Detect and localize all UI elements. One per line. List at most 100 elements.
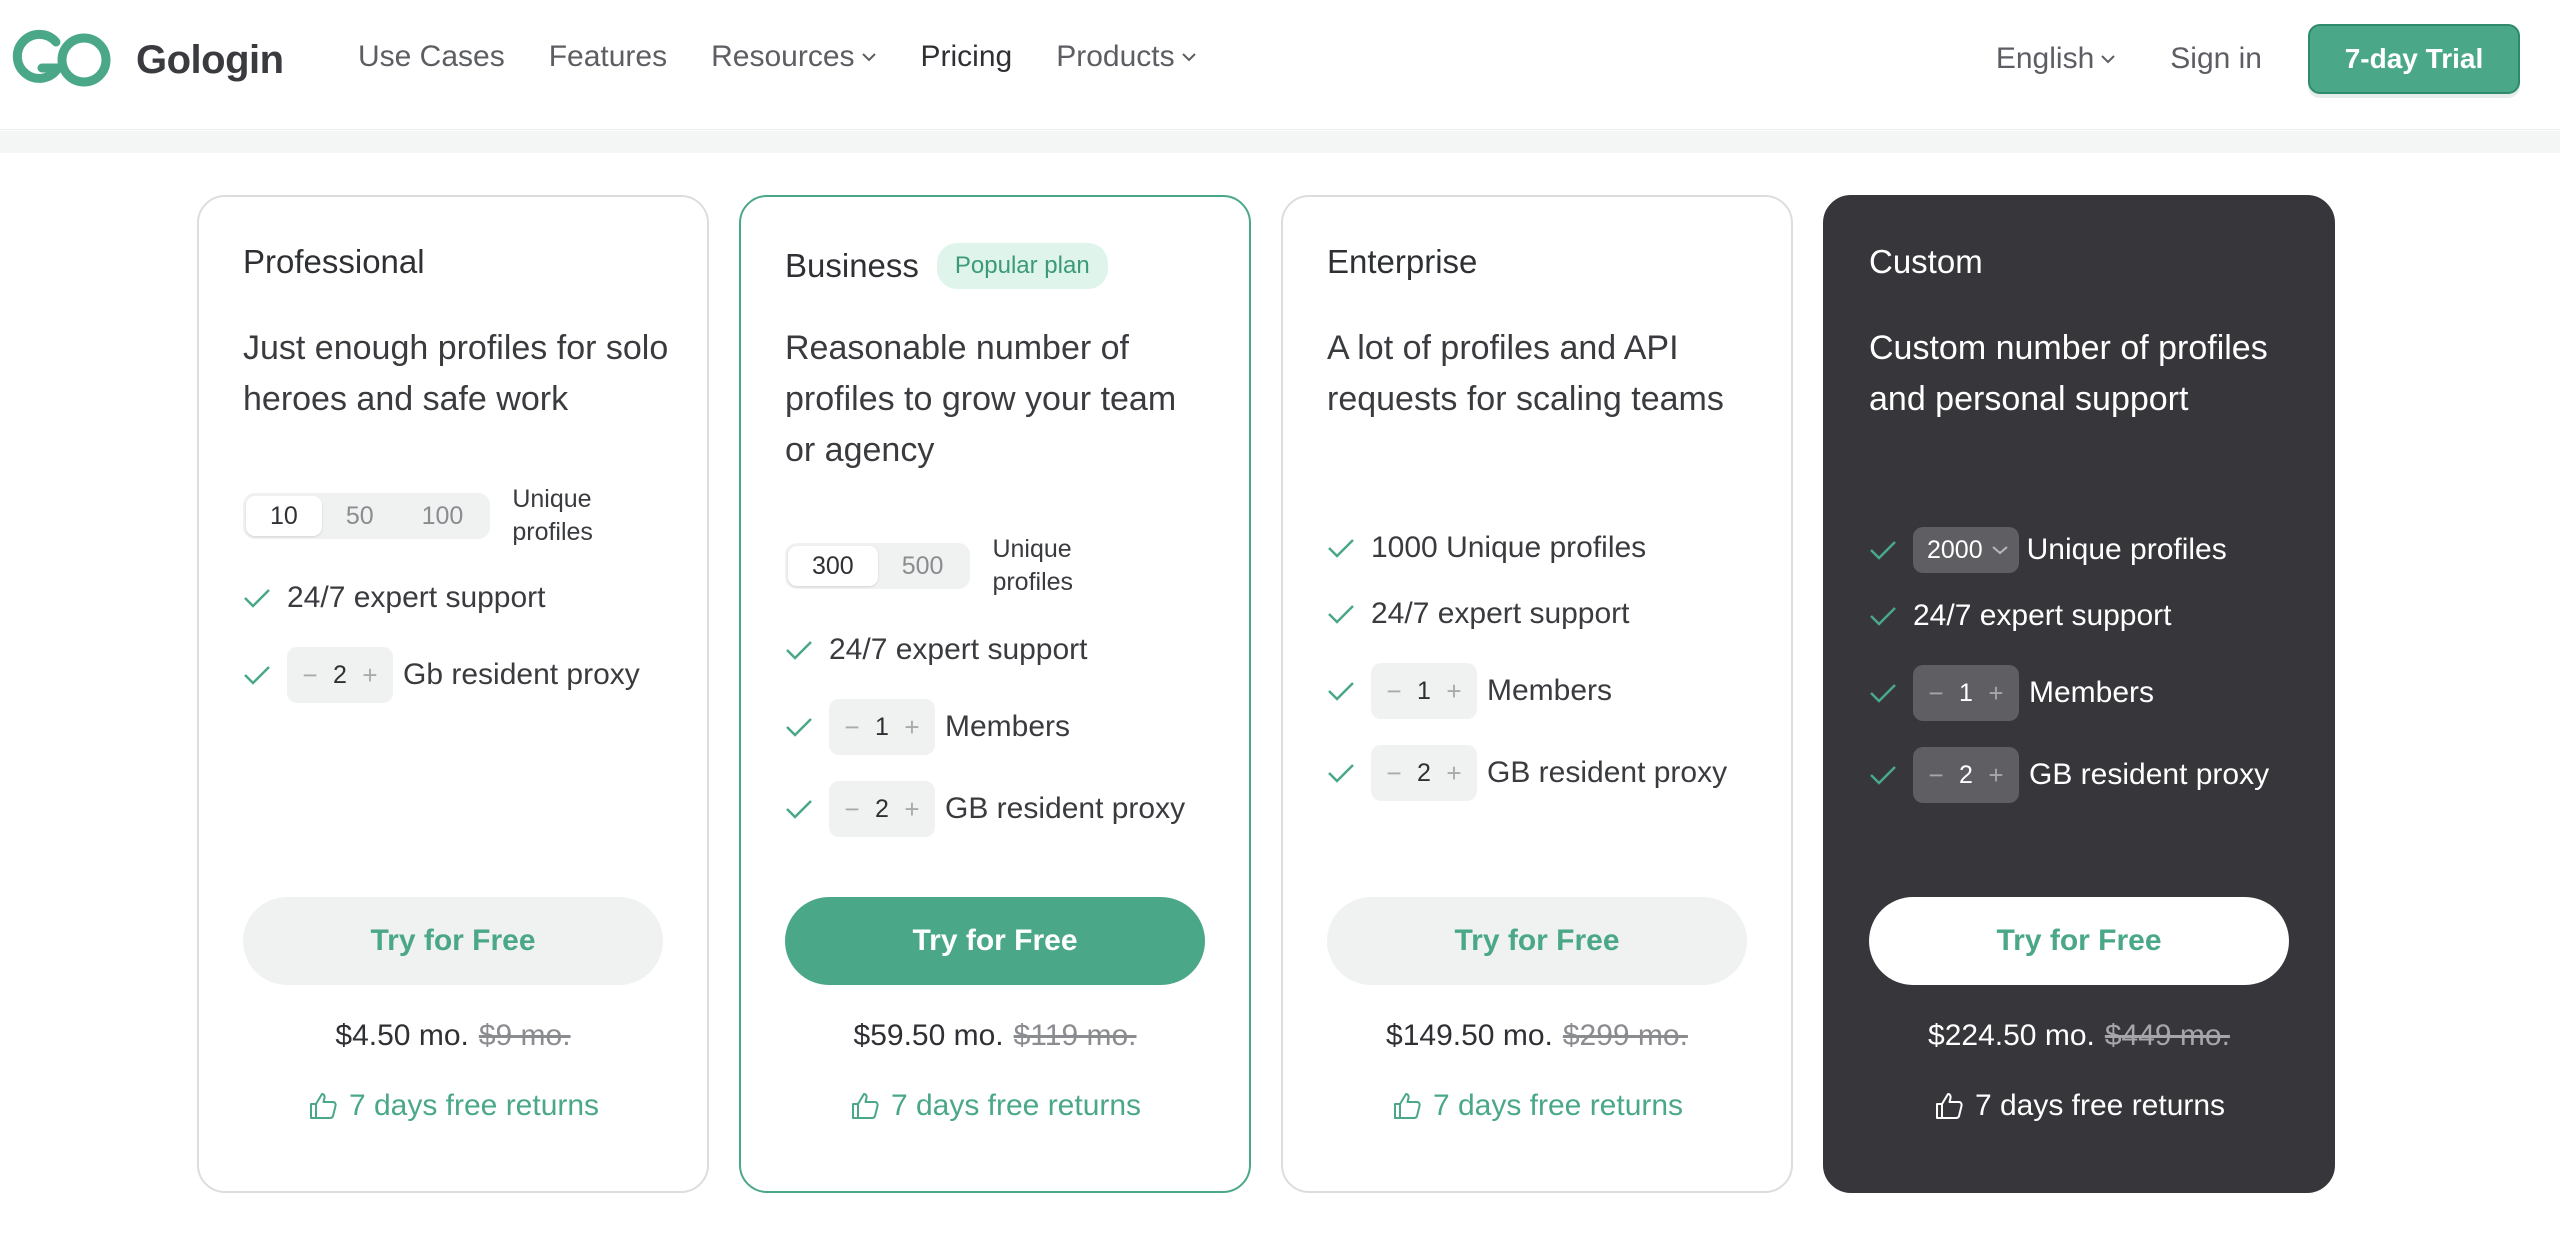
plus-icon[interactable]: +	[897, 794, 927, 825]
nav-features[interactable]: Features	[549, 40, 667, 74]
header-actions: English Sign in 7-day Trial	[1996, 24, 2520, 94]
proxy-value[interactable]: 2	[1951, 761, 1981, 790]
nav-pricing-label: Pricing	[920, 40, 1013, 73]
try-for-free-button[interactable]: Try for Free	[1327, 897, 1747, 985]
plan-tagline: A lot of profiles and API requests for s…	[1327, 329, 1724, 418]
profiles-label: Unique profiles	[992, 535, 1074, 596]
proxy-stepper: − 2 +	[287, 647, 393, 703]
profiles-dropdown[interactable]: 2000	[1913, 527, 2019, 573]
brand-name: Gologin	[136, 37, 284, 82]
proxy-stepper: − 2 +	[829, 781, 935, 837]
price-current: $224.50 mo.	[1928, 1019, 2095, 1052]
plan-card-professional: Professional Just enough profiles for so…	[197, 195, 709, 1193]
nav-pricing[interactable]: Pricing	[921, 40, 1013, 74]
members-stepper: − 1 +	[829, 699, 935, 755]
plan-name-text: Professional	[243, 243, 425, 280]
plus-icon[interactable]: +	[897, 712, 927, 743]
members-label: Members	[2029, 676, 2155, 709]
language-label: English	[1995, 42, 2095, 75]
chevron-down-icon	[861, 53, 876, 62]
proxy-label: GB resident proxy	[1487, 756, 1728, 789]
thumbs-up-icon	[1935, 1093, 1963, 1119]
try-for-free-button[interactable]: Try for Free	[1869, 897, 2289, 985]
feature-profiles: 2000 Unique profiles	[1869, 527, 2227, 573]
check-icon	[786, 641, 812, 660]
chevron-down-icon	[1991, 546, 2008, 555]
profiles-segmented-control: 10 50 100	[243, 493, 491, 539]
plan-tagline: Reasonable number of profiles to grow yo…	[785, 329, 1177, 469]
language-selector[interactable]: English	[1996, 42, 2116, 76]
proxy-stepper: − 2 +	[1913, 747, 2019, 803]
proxy-value[interactable]: 2	[1409, 759, 1439, 788]
plan-price: $224.50 mo. $449 mo.	[1825, 1019, 2333, 1053]
members-label: Members	[945, 710, 1071, 743]
nav-resources[interactable]: Resources	[711, 40, 876, 74]
feature-support-text: 24/7 expert support	[1371, 597, 1630, 630]
nav-use-cases[interactable]: Use Cases	[358, 40, 505, 74]
feature-proxy: − 2 + GB resident proxy	[785, 781, 1185, 837]
feature-proxy: − 2 + Gb resident proxy	[243, 647, 640, 703]
plus-icon[interactable]: +	[1439, 676, 1469, 707]
free-returns-link[interactable]: 7 days free returns	[1283, 1089, 1791, 1123]
free-returns-link[interactable]: 7 days free returns	[741, 1089, 1249, 1123]
feature-support: 24/7 expert support	[785, 633, 1088, 667]
plus-icon[interactable]: +	[355, 660, 385, 691]
members-value[interactable]: 1	[867, 713, 897, 742]
feature-proxy: − 2 + GB resident proxy	[1869, 747, 2269, 803]
profiles-selector-row: 300 500 Unique profiles	[785, 533, 1102, 599]
profiles-segmented-control: 300 500	[785, 543, 971, 589]
feature-support-text: 24/7 expert support	[1913, 599, 2172, 632]
profiles-option-10[interactable]: 10	[246, 496, 322, 536]
plus-icon[interactable]: +	[1439, 758, 1469, 789]
plus-icon[interactable]: +	[1981, 760, 2011, 791]
profiles-option-500[interactable]: 500	[878, 546, 968, 586]
minus-icon[interactable]: −	[295, 660, 325, 691]
minus-icon[interactable]: −	[837, 712, 867, 743]
sign-in-link[interactable]: Sign in	[2170, 42, 2262, 76]
profiles-label: Unique profiles	[2026, 533, 2227, 566]
minus-icon[interactable]: −	[1379, 676, 1409, 707]
minus-icon[interactable]: −	[1379, 758, 1409, 789]
check-icon	[1870, 541, 1896, 560]
proxy-value[interactable]: 2	[867, 795, 897, 824]
price-old: $9 mo.	[478, 1019, 571, 1052]
proxy-value[interactable]: 2	[325, 661, 355, 690]
nav-products[interactable]: Products	[1056, 40, 1196, 74]
plan-name: Enterprise	[1327, 243, 1477, 281]
members-value[interactable]: 1	[1951, 679, 1981, 708]
chevron-down-icon	[2101, 55, 2115, 64]
plan-card-custom: Custom Custom number of profiles and per…	[1823, 195, 2335, 1193]
profiles-selector-row: 10 50 100 Unique profiles	[243, 483, 622, 549]
try-for-free-button[interactable]: Try for Free	[243, 897, 663, 985]
brand-logo[interactable]: Gologin	[12, 28, 284, 92]
feature-proxy: − 2 + GB resident proxy	[1327, 745, 1727, 801]
trial-button[interactable]: 7-day Trial	[2308, 24, 2520, 94]
price-old: $119 mo.	[1013, 1019, 1137, 1052]
plus-icon[interactable]: +	[1981, 678, 2011, 709]
plan-name: Professional	[243, 243, 425, 281]
feature-profiles: 1000 Unique profiles	[1327, 531, 1646, 565]
minus-icon[interactable]: −	[837, 794, 867, 825]
minus-icon[interactable]: −	[1921, 760, 1951, 791]
check-icon	[786, 718, 812, 737]
check-icon	[1870, 766, 1896, 785]
members-value[interactable]: 1	[1409, 677, 1439, 706]
plan-price: $59.50 mo. $119 mo.	[741, 1019, 1249, 1053]
free-returns-link[interactable]: 7 days free returns	[1825, 1089, 2333, 1123]
profiles-option-50[interactable]: 50	[322, 496, 398, 536]
profiles-label: Unique profiles	[512, 485, 593, 546]
try-for-free-button[interactable]: Try for Free	[785, 897, 1205, 985]
check-icon	[1328, 764, 1354, 783]
price-current: $149.50 mo.	[1386, 1019, 1553, 1052]
profiles-option-100[interactable]: 100	[398, 496, 488, 536]
proxy-label: Gb resident proxy	[403, 658, 640, 691]
free-returns-link[interactable]: 7 days free returns	[199, 1089, 707, 1123]
popular-plan-badge: Popular plan	[936, 243, 1108, 289]
proxy-stepper: − 2 +	[1371, 745, 1477, 801]
gologin-logo-icon	[12, 29, 111, 87]
profiles-option-300[interactable]: 300	[788, 546, 878, 586]
proxy-label: GB resident proxy	[945, 792, 1186, 825]
minus-icon[interactable]: −	[1921, 678, 1951, 709]
nav-resources-label: Resources	[711, 40, 855, 73]
feature-profiles-text: 1000 Unique profiles	[1371, 531, 1647, 564]
